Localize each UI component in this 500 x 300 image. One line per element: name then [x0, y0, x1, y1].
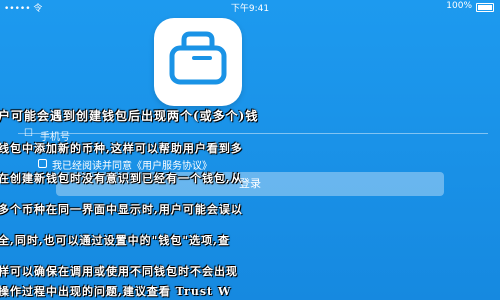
phone-input-underline: [18, 133, 488, 134]
article-line: 在创建新钱包时没有意识到已经有一个钱包,从: [0, 172, 243, 185]
article-line: 样可以确保在调用或使用不同钱包时不会出现: [0, 265, 238, 278]
article-line: 多个币种在同一界面中显示时,用户可能会误以: [0, 203, 243, 216]
battery-icon: [476, 3, 494, 12]
agree-checkbox[interactable]: [38, 159, 47, 168]
battery-percent: 100%: [446, 1, 472, 11]
wallet-logo-icon: [169, 31, 227, 85]
wallet-app-icon: [154, 18, 242, 106]
status-bar: ••••• 令 下午9:41 100%: [0, 0, 500, 14]
status-time: 下午9:41: [230, 4, 270, 14]
article-line: 线包中添加新的币种,这样可以帮助用户看到多: [0, 142, 243, 155]
app-screen: ••••• 令 下午9:41 100% ☐ 手机号 我已经阅读并同意《用户服务协…: [0, 0, 500, 300]
article-line: 操作过程中出现的问题,建议查看 Trust W: [0, 285, 232, 298]
article-line: 户可能会遇到创建钱包后出现两个(或多个)钱: [0, 109, 259, 123]
article-line: 全,同时,也可以通过设置中的"钱包"选项,查: [0, 234, 230, 247]
